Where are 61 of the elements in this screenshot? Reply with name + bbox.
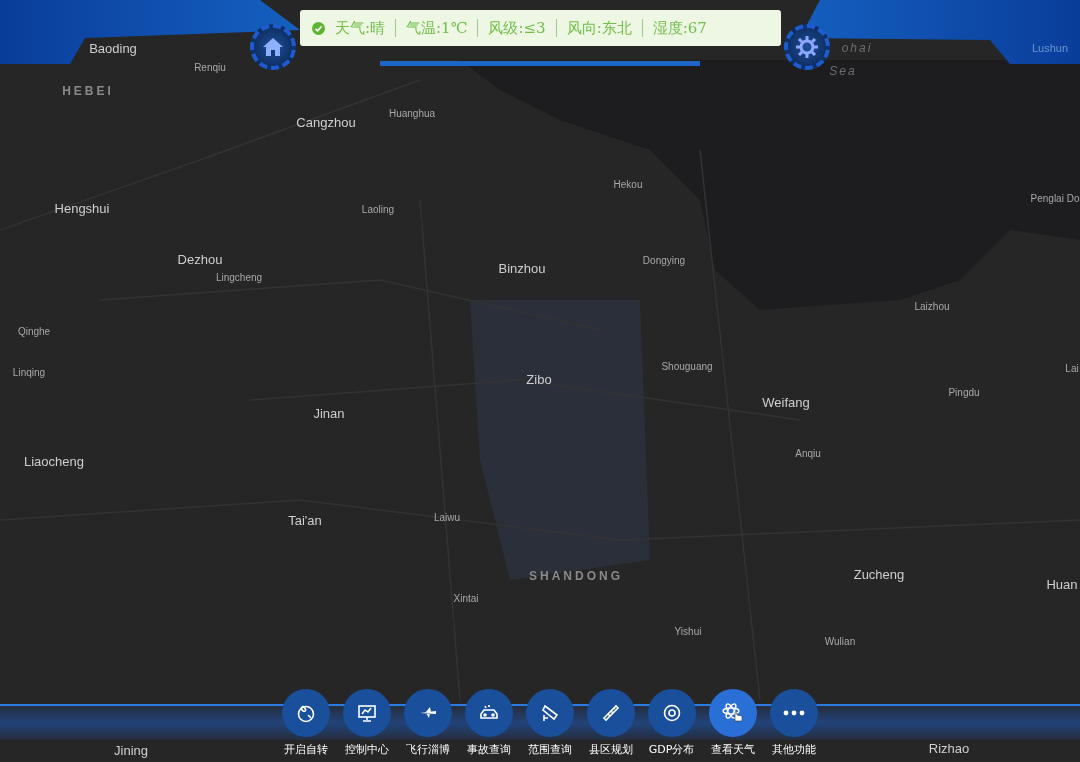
map-label: Jining	[114, 742, 148, 758]
globe-icon	[295, 703, 316, 723]
home-icon	[262, 36, 284, 58]
tool-label: 查看天气	[710, 742, 755, 757]
map-label: Shouguang	[661, 360, 713, 372]
map-label: Pingdu	[948, 386, 980, 398]
map-label: Laizhou	[914, 300, 950, 312]
map-label: Zucheng	[853, 566, 905, 582]
map-label: Linqing	[12, 366, 46, 378]
target-icon	[661, 703, 682, 723]
map-label: Laoling	[361, 203, 395, 215]
map-label: Cangzhou	[296, 114, 356, 130]
map-label: HEBEI	[62, 84, 114, 98]
monitor-icon	[356, 703, 377, 723]
map-label: Sea	[829, 64, 857, 78]
weather-item: 湿度:67	[652, 18, 707, 38]
map-label: Huanghua	[388, 107, 436, 119]
check-icon	[312, 21, 325, 35]
map-label: Laiwu	[433, 511, 461, 523]
map-label: Rizhao	[928, 740, 970, 756]
map-label: SHANDONG	[529, 569, 623, 583]
tool-label: 控制中心	[344, 742, 389, 757]
map-label: Renqiu	[194, 61, 226, 73]
camera-icon	[539, 703, 560, 723]
tool-label: 事故查询	[466, 742, 511, 757]
map-label: Hekou	[613, 178, 643, 190]
map-label: Jinan	[313, 405, 345, 421]
weather-item: 气温:1℃	[406, 18, 468, 38]
map-label: Yishui	[674, 625, 702, 637]
weather-item: 天气:晴	[335, 18, 386, 38]
atom-icon	[720, 701, 745, 725]
tool-label: 县区规划	[588, 742, 633, 757]
map-label: Baoding	[89, 40, 137, 56]
map-label: Tai'an	[288, 512, 322, 528]
map-label: ohai	[841, 41, 873, 55]
map-label: Anqiu	[795, 447, 821, 459]
tool-label: 其他功能	[771, 742, 816, 757]
map-label: Binzhou	[498, 260, 546, 276]
map-label: Zibo	[526, 371, 552, 387]
map-label: Xintai	[453, 592, 479, 604]
map-label: Huan	[1046, 576, 1078, 592]
map-label: Lai	[1065, 362, 1079, 374]
map-label: Dezhou	[177, 251, 223, 267]
more-icon	[782, 710, 805, 716]
map-label: Liaocheng	[24, 453, 84, 469]
ruler-icon	[600, 703, 621, 723]
settings-icon	[795, 35, 819, 59]
tool-label: 飞行淄博	[405, 742, 450, 757]
tool-label: 开启自转	[283, 742, 328, 757]
map-label: Qinghe	[17, 325, 51, 337]
weather-item: 风向:东北	[566, 18, 632, 38]
map-label: Lingcheng	[215, 271, 263, 283]
tool-label: GDP分布	[648, 742, 695, 757]
map-label: Penglai Do	[1030, 192, 1080, 204]
tool-label: 范围查询	[527, 742, 572, 757]
map-label: Hengshui	[54, 200, 110, 216]
map-label: Lushun	[1031, 42, 1069, 54]
map-label: Weifang	[762, 394, 810, 410]
map-label: Dongying	[642, 254, 686, 266]
weather-item: 风级:≤3	[488, 18, 546, 38]
map-label: Wulian	[824, 635, 856, 647]
